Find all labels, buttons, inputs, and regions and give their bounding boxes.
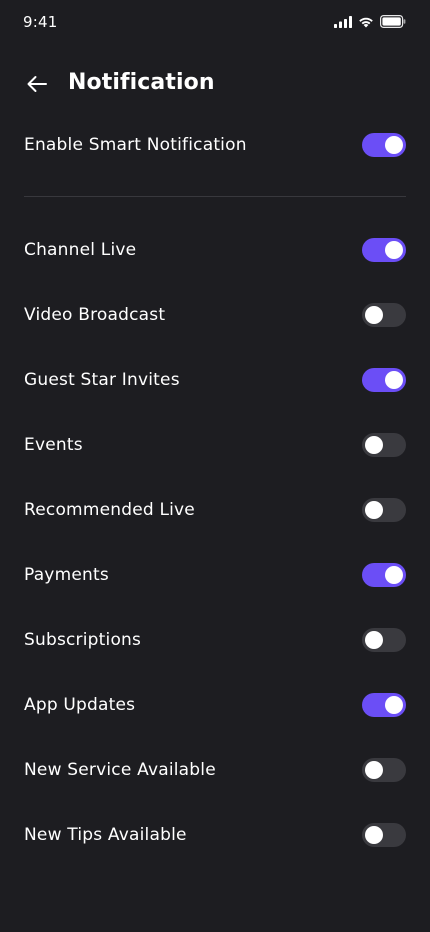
status-icons	[334, 15, 406, 28]
setting-label: Video Broadcast	[24, 305, 166, 325]
cellular-signal-icon	[334, 15, 352, 28]
toggle-knob	[365, 631, 383, 649]
setting-row-new-tips-available: New Tips Available	[24, 813, 406, 857]
channel-live-toggle[interactable]	[362, 238, 406, 262]
toggle-knob	[365, 436, 383, 454]
toggle-knob	[385, 241, 403, 259]
app-updates-toggle[interactable]	[362, 693, 406, 717]
payments-toggle[interactable]	[362, 563, 406, 587]
smart-notification-row: Enable Smart Notification	[24, 123, 406, 167]
setting-row-app-updates: App Updates	[24, 683, 406, 727]
back-button[interactable]	[24, 72, 50, 96]
page-title: Notification	[68, 70, 215, 95]
setting-label: Events	[24, 435, 83, 455]
toggle-knob	[365, 826, 383, 844]
setting-row-channel-live: Channel Live	[24, 228, 406, 272]
toggle-knob	[385, 136, 403, 154]
video-broadcast-toggle[interactable]	[362, 303, 406, 327]
smart-notification-label: Enable Smart Notification	[24, 135, 247, 155]
setting-label: New Tips Available	[24, 825, 187, 845]
setting-label: Channel Live	[24, 240, 137, 260]
toggle-knob	[365, 761, 383, 779]
subscriptions-toggle[interactable]	[362, 628, 406, 652]
setting-label: Subscriptions	[24, 630, 142, 650]
toggle-knob	[385, 566, 403, 584]
setting-row-video-broadcast: Video Broadcast	[24, 293, 406, 337]
events-toggle[interactable]	[362, 433, 406, 457]
setting-row-new-service-available: New Service Available	[24, 748, 406, 792]
setting-label: New Service Available	[24, 760, 216, 780]
wifi-icon	[359, 17, 373, 27]
toggle-knob	[365, 501, 383, 519]
guest-star-invites-toggle[interactable]	[362, 368, 406, 392]
new-tips-available-toggle[interactable]	[362, 823, 406, 847]
setting-label: Payments	[24, 565, 109, 585]
header: Notification	[0, 62, 430, 106]
new-service-available-toggle[interactable]	[362, 758, 406, 782]
smart-notification-toggle[interactable]	[362, 133, 406, 157]
divider	[24, 196, 406, 197]
battery-icon	[380, 15, 406, 28]
status-bar: 9:41	[0, 0, 430, 44]
toggle-knob	[385, 696, 403, 714]
arrow-left-icon	[27, 76, 47, 92]
setting-label: Guest Star Invites	[24, 370, 180, 390]
status-time: 9:41	[23, 13, 58, 31]
toggle-knob	[365, 306, 383, 324]
setting-row-recommended-live: Recommended Live	[24, 488, 406, 532]
setting-label: App Updates	[24, 695, 136, 715]
setting-row-subscriptions: Subscriptions	[24, 618, 406, 662]
setting-row-payments: Payments	[24, 553, 406, 597]
recommended-live-toggle[interactable]	[362, 498, 406, 522]
setting-row-events: Events	[24, 423, 406, 467]
toggle-knob	[385, 371, 403, 389]
setting-label: Recommended Live	[24, 500, 195, 520]
setting-row-guest-star-invites: Guest Star Invites	[24, 358, 406, 402]
